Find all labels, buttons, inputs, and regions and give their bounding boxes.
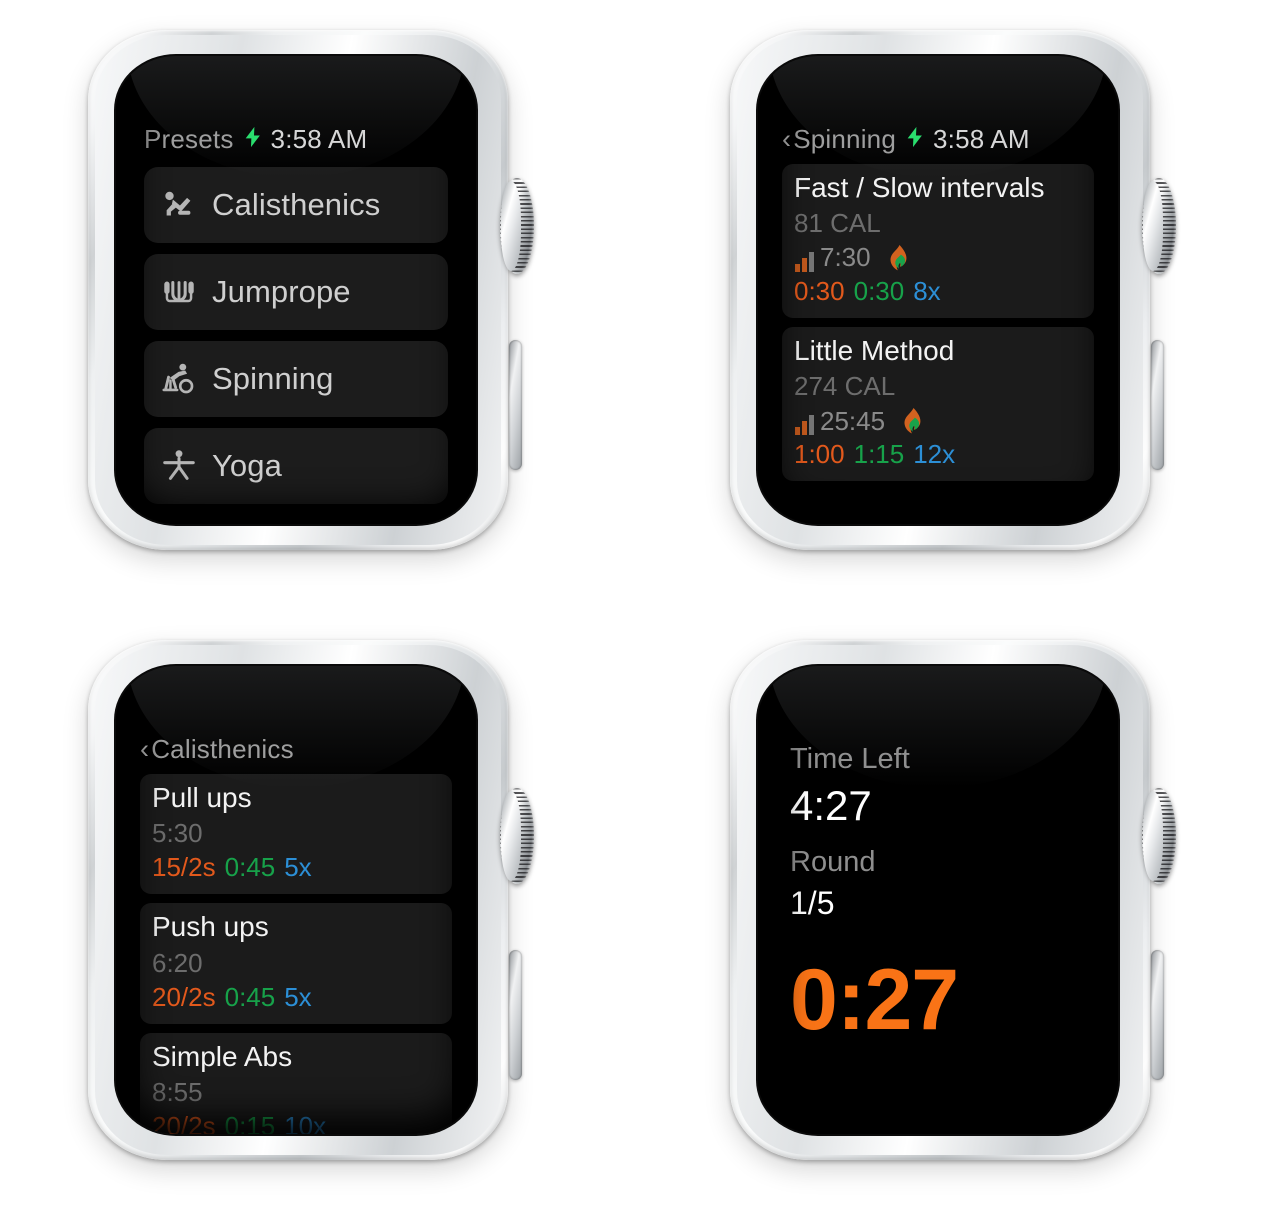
side-button[interactable] xyxy=(509,340,522,470)
watch-timer: Time Left 4:27 Round 1/5 0:27 xyxy=(730,640,1176,1160)
exercise-intervals: 20/2s 0:15 10x xyxy=(152,1110,440,1134)
signal-bars-icon xyxy=(794,247,818,273)
workout-intervals: 0:30 0:30 8x xyxy=(794,275,1082,309)
page-title: Presets xyxy=(144,124,234,154)
exercise-duration: 6:20 xyxy=(152,947,203,978)
exercise-card-list: Pull ups 5:30 15/2s 0:45 5x Push ups 6:20 … xyxy=(140,774,452,1134)
stationary-bike-icon xyxy=(160,360,198,398)
watch-display: Time Left 4:27 Round 1/5 0:27 xyxy=(758,666,1118,1134)
digital-crown[interactable] xyxy=(500,178,534,274)
clock-time: 3:58 AM xyxy=(270,124,368,154)
preset-item-yoga[interactable]: Yoga xyxy=(144,428,448,504)
workout-duration: 25:45 xyxy=(820,405,886,436)
exercise-title: Simple Abs xyxy=(152,1040,293,1072)
exercise-intervals: 15/2s 0:45 5x xyxy=(152,851,440,885)
side-button[interactable] xyxy=(1151,950,1164,1080)
time-left-value: 4:27 xyxy=(790,782,872,830)
preset-item-label: Calisthenics xyxy=(212,187,381,222)
round-value: 1/5 xyxy=(790,884,835,921)
digital-crown[interactable] xyxy=(1142,178,1176,274)
page-title: Calisthenics xyxy=(151,734,294,764)
interval-countdown: 0:27 xyxy=(790,951,959,1048)
preset-item-jumprope[interactable]: Jumprope xyxy=(144,254,448,330)
status-bar: ‹ Spinning 3:58 AM xyxy=(782,124,1094,155)
work-interval: 1:00 xyxy=(794,439,845,470)
workout-card[interactable]: Fast / Slow intervals 81 CAL 7:30 0:30 0… xyxy=(782,164,1094,319)
workout-title: Fast / Slow intervals xyxy=(794,172,1045,203)
jumprope-icon xyxy=(160,273,198,311)
rep-count: 10x xyxy=(284,1111,327,1134)
watch-display: ‹ Spinning 3:58 AM Fast / Slow intervals… xyxy=(758,56,1118,524)
flame-icon xyxy=(879,245,907,271)
status-bar: Presets 3:58 AM xyxy=(144,124,448,155)
crown-cap xyxy=(1143,791,1163,881)
rep-count: 5x xyxy=(284,981,312,1012)
workout-calories: 274 CAL xyxy=(794,371,896,402)
workout-calories: 81 CAL xyxy=(794,208,881,239)
rest-interval: 0:45 xyxy=(224,852,276,883)
crown-cap xyxy=(501,791,521,881)
exercise-title: Pull ups xyxy=(152,782,252,813)
watch-display: Presets 3:58 AM Calisthenics Jumprope Sp… xyxy=(116,56,476,524)
workout-duration-row: 7:30 xyxy=(794,241,1082,275)
rest-interval: 0:45 xyxy=(224,981,276,1012)
watch-spinning: ‹ Spinning 3:58 AM Fast / Slow intervals… xyxy=(730,30,1176,550)
flame-icon xyxy=(893,408,921,434)
page-title: Spinning xyxy=(793,124,896,154)
exercise-title: Push ups xyxy=(152,911,269,943)
workout-duration: 7:30 xyxy=(820,242,871,273)
rep-count: 5x xyxy=(284,852,312,883)
charging-bolt-icon xyxy=(242,125,264,155)
watch-display: ‹ Calisthenics Pull ups 5:30 15/2s 0:45 5x… xyxy=(116,666,476,1134)
exercise-duration: 5:30 xyxy=(152,818,203,849)
watch-calisthenics: ‹ Calisthenics Pull ups 5:30 15/2s 0:45 5x… xyxy=(88,640,534,1160)
workout-card-list: Fast / Slow intervals 81 CAL 7:30 0:30 0… xyxy=(782,164,1094,482)
preset-item-calisthenics[interactable]: Calisthenics xyxy=(144,167,448,243)
clock-time: 3:58 AM xyxy=(933,124,1030,154)
workout-title: Little Method xyxy=(794,335,955,367)
workout-card[interactable]: Little Method 274 CAL 25:45 1:00 1:15 12… xyxy=(782,327,1094,482)
rep-count: 12x xyxy=(913,439,956,470)
crown-cap xyxy=(1143,181,1163,271)
crown-cap xyxy=(501,181,521,271)
back-chevron-icon[interactable]: ‹ xyxy=(140,736,149,763)
back-chevron-icon[interactable]: ‹ xyxy=(782,126,791,153)
charging-bolt-icon xyxy=(904,125,926,155)
yoga-figure-icon xyxy=(160,447,198,485)
side-button[interactable] xyxy=(1151,340,1164,470)
status-bar: ‹ Calisthenics xyxy=(140,734,452,765)
rest-interval: 0:30 xyxy=(853,276,905,307)
round-label: Round xyxy=(790,845,876,878)
preset-item-label: Spinning xyxy=(212,361,334,396)
work-interval: 0:30 xyxy=(794,276,845,307)
situp-figure-icon xyxy=(160,186,198,224)
work-interval: 20/2s xyxy=(152,1111,216,1134)
rest-interval: 0:15 xyxy=(224,1111,276,1134)
exercise-intervals: 20/2s 0:45 5x xyxy=(152,981,440,1015)
rest-interval: 1:15 xyxy=(853,439,905,470)
screenshot-canvas: Presets 3:58 AM Calisthenics Jumprope Sp… xyxy=(0,0,1280,1220)
signal-bars-icon xyxy=(794,410,818,436)
rep-count: 8x xyxy=(913,276,941,307)
watch-presets: Presets 3:58 AM Calisthenics Jumprope Sp… xyxy=(88,30,534,550)
exercise-card[interactable]: Push ups 6:20 20/2s 0:45 5x xyxy=(140,903,452,1024)
side-button[interactable] xyxy=(509,950,522,1080)
digital-crown[interactable] xyxy=(500,788,534,884)
time-left-label: Time Left xyxy=(790,743,910,775)
preset-item-label: Yoga xyxy=(212,448,282,483)
workout-intervals: 1:00 1:15 12x xyxy=(794,438,1082,472)
exercise-card[interactable]: Pull ups 5:30 15/2s 0:45 5x xyxy=(140,774,452,895)
workout-duration-row: 25:45 xyxy=(794,405,1082,439)
exercise-duration: 8:55 xyxy=(152,1076,203,1107)
preset-item-label: Jumprope xyxy=(212,274,351,309)
digital-crown[interactable] xyxy=(1142,788,1176,884)
preset-list: Calisthenics Jumprope Spinning Yoga xyxy=(144,167,448,504)
work-interval: 20/2s xyxy=(152,981,216,1012)
work-interval: 15/2s xyxy=(152,852,216,883)
preset-item-spinning[interactable]: Spinning xyxy=(144,341,448,417)
exercise-card[interactable]: Simple Abs 8:55 20/2s 0:15 10x xyxy=(140,1032,452,1134)
